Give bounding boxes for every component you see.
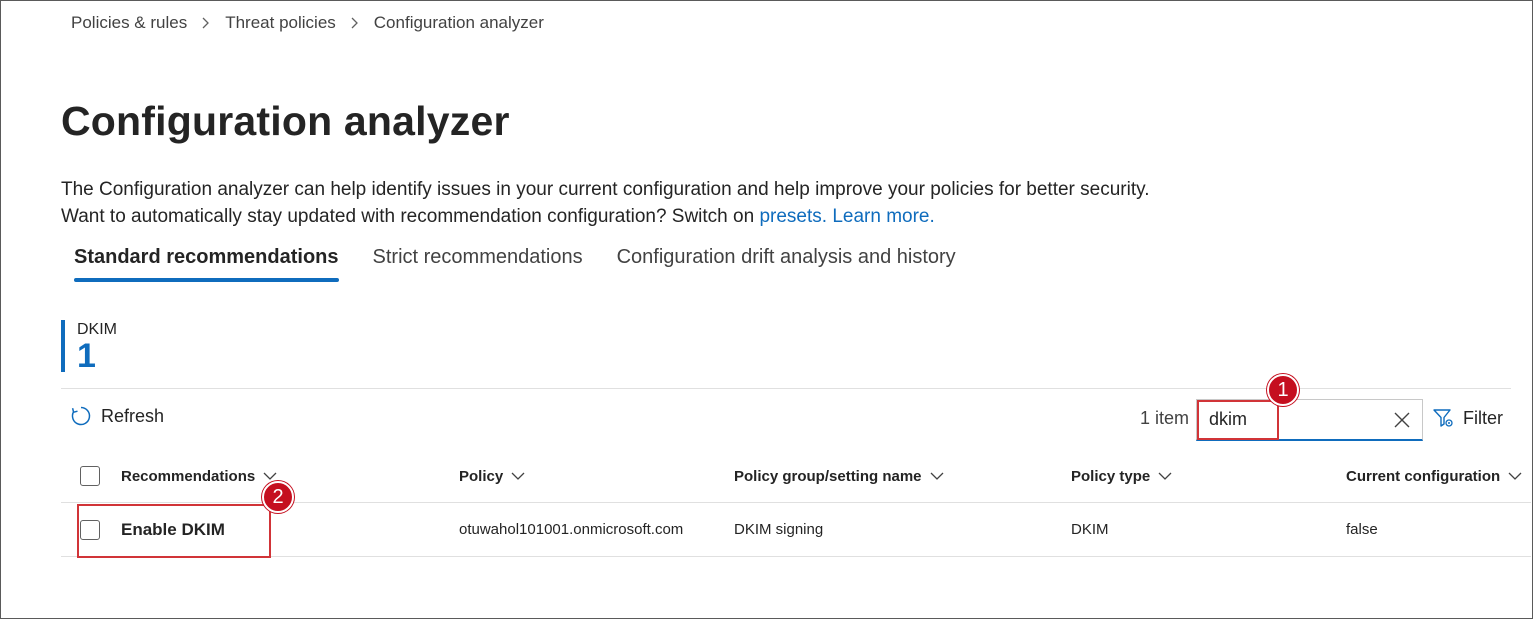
filter-button[interactable]: Filter bbox=[1432, 407, 1503, 429]
page-title: Configuration analyzer bbox=[61, 98, 510, 144]
chevron-down-icon bbox=[1508, 472, 1522, 480]
column-label: Policy group/setting name bbox=[734, 467, 922, 485]
learn-more-link[interactable]: Learn more. bbox=[832, 206, 934, 227]
tab-standard-recommendations[interactable]: Standard recommendations bbox=[74, 246, 339, 282]
policy-type-cell: DKIM bbox=[1071, 521, 1109, 538]
annotation-box-enable-dkim bbox=[77, 504, 271, 558]
policy-cell: otuwahol101001.onmicrosoft.com bbox=[459, 521, 684, 538]
metric-value: 1 bbox=[77, 337, 96, 375]
column-label: Recommendations bbox=[121, 467, 256, 485]
page-description: The Configuration analyzer can help iden… bbox=[61, 176, 1161, 230]
item-count: 1 item bbox=[1140, 408, 1190, 428]
chevron-right-icon bbox=[200, 13, 212, 33]
chevron-down-icon bbox=[511, 472, 525, 480]
column-label: Policy bbox=[459, 467, 504, 485]
tab-configuration-drift[interactable]: Configuration drift analysis and history bbox=[617, 246, 956, 281]
annotation-badge-1: 1 bbox=[1267, 374, 1299, 406]
presets-link[interactable]: presets. bbox=[759, 206, 827, 227]
annotation-box-search bbox=[1197, 400, 1279, 440]
refresh-button[interactable]: Refresh bbox=[70, 405, 164, 427]
tab-strict-recommendations[interactable]: Strict recommendations bbox=[373, 246, 583, 281]
current-configuration-cell: false bbox=[1346, 521, 1378, 538]
column-label: Current configuration bbox=[1346, 467, 1501, 485]
column-header-current-configuration[interactable]: Current configuration bbox=[1346, 450, 1522, 502]
description-text: The Configuration analyzer can help iden… bbox=[61, 179, 1150, 227]
dkim-metric-card[interactable]: DKIM 1 bbox=[61, 320, 117, 375]
select-all-cell bbox=[80, 450, 100, 502]
refresh-label: Refresh bbox=[101, 405, 165, 426]
close-icon[interactable] bbox=[1392, 410, 1412, 435]
refresh-icon bbox=[71, 406, 91, 426]
chevron-down-icon bbox=[930, 472, 943, 480]
column-header-policy-group[interactable]: Policy group/setting name bbox=[734, 450, 944, 502]
select-all-checkbox[interactable] bbox=[80, 466, 100, 486]
policy-group-cell: DKIM signing bbox=[734, 521, 824, 538]
filter-icon bbox=[1433, 409, 1453, 427]
breadcrumb-threat-policies[interactable]: Threat policies bbox=[225, 13, 336, 33]
tab-list: Standard recommendations Strict recommen… bbox=[74, 246, 990, 282]
chevron-right-icon bbox=[349, 13, 361, 33]
breadcrumb-configuration-analyzer: Configuration analyzer bbox=[373, 13, 544, 32]
filter-label: Filter bbox=[1463, 407, 1503, 428]
column-header-policy-type[interactable]: Policy type bbox=[1071, 450, 1172, 502]
breadcrumb: Policies & rules Threat policies Configu… bbox=[71, 13, 544, 33]
column-header-policy[interactable]: Policy bbox=[459, 450, 525, 502]
column-header-recommendations[interactable]: Recommendations bbox=[121, 450, 277, 502]
chevron-down-icon bbox=[1158, 472, 1172, 480]
annotation-badge-2: 2 bbox=[262, 481, 294, 513]
column-label: Policy type bbox=[1071, 467, 1151, 485]
breadcrumb-policies-rules[interactable]: Policies & rules bbox=[71, 13, 187, 33]
chevron-down-icon bbox=[263, 472, 277, 480]
